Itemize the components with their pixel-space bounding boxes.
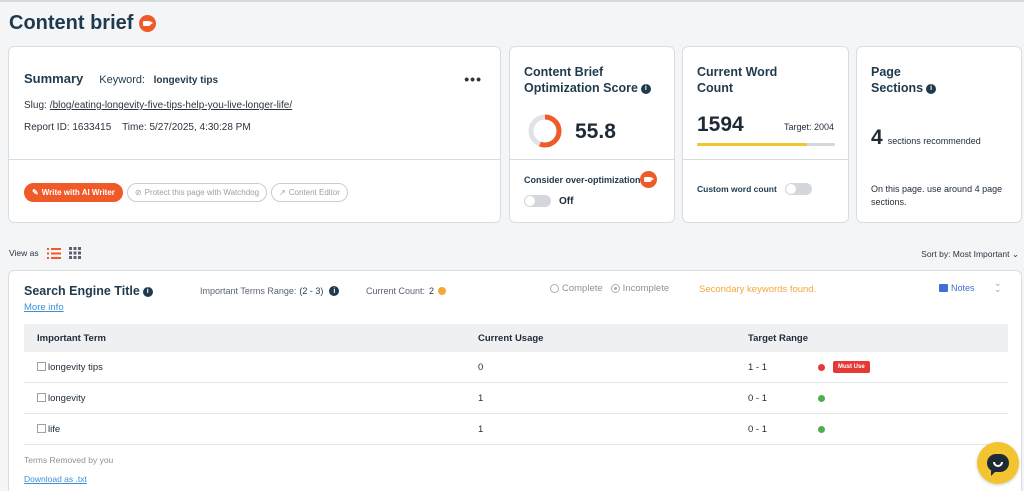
write-with-ai-button[interactable]: ✎ Write with AI Writer	[24, 183, 123, 202]
grid-view-icon[interactable]	[68, 247, 81, 259]
complete-radio[interactable]: Complete	[550, 283, 603, 294]
video-icon[interactable]	[640, 171, 657, 188]
report-row: Report ID: 1633415 Time: 5/27/2025, 4:30…	[24, 122, 251, 133]
notes-button[interactable]: Notes	[939, 283, 975, 293]
custom-word-count-toggle[interactable]	[784, 183, 812, 195]
video-icon[interactable]	[139, 15, 157, 32]
note-icon	[939, 284, 948, 292]
word-count-heading: Current Word Count	[697, 65, 778, 95]
slug-link[interactable]: /blog/eating-longevity-five-tips-help-yo…	[50, 100, 292, 111]
download-txt-link[interactable]: Download as .txt	[24, 474, 87, 484]
secondary-keywords-message: Secondary keywords found.	[699, 284, 817, 295]
sections-note: On this page. use around 4 page sections…	[871, 184, 1003, 207]
sections-heading: Page Sections i	[871, 64, 937, 96]
info-icon[interactable]: i	[142, 286, 153, 297]
term-checkbox[interactable]	[37, 423, 46, 433]
more-info-link[interactable]: More info	[24, 302, 64, 313]
column-header-target: Target Range	[748, 332, 809, 344]
summary-heading: Summary	[24, 71, 84, 86]
report-time: Time: 5/27/2025, 4:30:28 PM	[122, 122, 251, 133]
term-checkbox[interactable]	[37, 392, 46, 402]
status-dot	[818, 425, 825, 433]
info-icon[interactable]: i	[329, 286, 340, 296]
list-view-icon[interactable]	[46, 247, 61, 259]
info-icon[interactable]: i	[640, 83, 651, 94]
more-options-icon[interactable]: •••	[464, 71, 482, 87]
chevron-down-icon: ⌄	[1011, 249, 1019, 259]
incomplete-radio[interactable]: Incomplete	[610, 283, 669, 294]
chat-icon	[987, 454, 1009, 476]
content-editor-button[interactable]: ↗ Content Editor	[271, 183, 348, 202]
status-dot	[818, 394, 825, 402]
page-sections-card: Page Sections i 4 sections recommended On…	[856, 46, 1022, 223]
score-value: 55.8	[575, 120, 616, 143]
edit-icon: ✎	[32, 188, 39, 197]
over-optimization-toggle[interactable]	[524, 195, 551, 207]
collapse-icon[interactable]: ⌄ ⌄	[994, 279, 1002, 294]
score-heading: Content Brief Optimization Score i	[524, 64, 651, 96]
must-use-badge: Must Use	[833, 361, 870, 373]
report-id: Report ID: 1633415	[24, 122, 112, 133]
sort-dropdown[interactable]: Sort by: Most Important ⌄	[921, 249, 1019, 260]
slug-row: Slug:/blog/eating-longevity-five-tips-he…	[24, 100, 292, 111]
search-engine-title-panel: Search Engine Title i More info Important…	[8, 270, 1022, 491]
word-count-card: Current Word Count 1594 Target: 2004 Cus…	[682, 46, 849, 223]
column-header-usage: Current Usage	[478, 332, 544, 344]
table-row: life 1 0 - 1	[24, 413, 1008, 445]
optimization-score-card: Content Brief Optimization Score i 55.8 C…	[509, 46, 675, 223]
chat-launcher-button[interactable]	[977, 442, 1019, 484]
custom-word-count-label: Custom word count	[697, 184, 777, 194]
watchdog-button[interactable]: ⊘ Protect this page with Watchdog	[126, 183, 268, 202]
shield-icon: ⊘	[134, 188, 142, 197]
current-count: Current Count: 2	[366, 286, 447, 296]
info-icon[interactable]: i	[926, 83, 937, 94]
column-header-term: Important Term	[37, 332, 106, 344]
terms-range: Important Terms Range: (2 - 3) i	[200, 286, 340, 296]
term-checkbox[interactable]	[37, 361, 46, 371]
important-terms-table: Important Term Current Usage Target Rang…	[24, 324, 1008, 445]
terms-removed-label: Terms Removed by you	[24, 455, 114, 465]
view-as-row: View as	[9, 247, 81, 259]
word-count-progress	[697, 143, 835, 146]
word-count-target: Target: 2004	[783, 122, 834, 132]
word-count-value: 1594	[697, 113, 744, 136]
sections-recommended: sections recommended	[887, 136, 981, 146]
slug-label: Slug:	[24, 100, 47, 111]
summary-card: Summary Keyword: longevity tips ••• Slug…	[8, 46, 501, 223]
status-dot	[818, 363, 825, 371]
page-header: Content brief	[9, 12, 157, 35]
external-link-icon: ↗	[279, 188, 286, 197]
page-title: Content brief	[9, 12, 134, 34]
over-optimization-label: Consider over-optimization	[524, 175, 641, 185]
sections-count: 4	[871, 126, 883, 149]
table-row: longevity 1 0 - 1	[24, 382, 1008, 414]
panel-title: Search Engine Title i	[24, 284, 153, 298]
table-row: longevity tips 0 1 - 1 Must Use	[24, 352, 1008, 383]
status-dot	[438, 287, 447, 295]
keyword-value: longevity tips	[153, 75, 219, 86]
toggle-state: Off	[559, 195, 574, 207]
view-as-label: View as	[9, 248, 39, 258]
score-donut	[528, 114, 562, 148]
keyword-label: Keyword:	[99, 74, 146, 86]
